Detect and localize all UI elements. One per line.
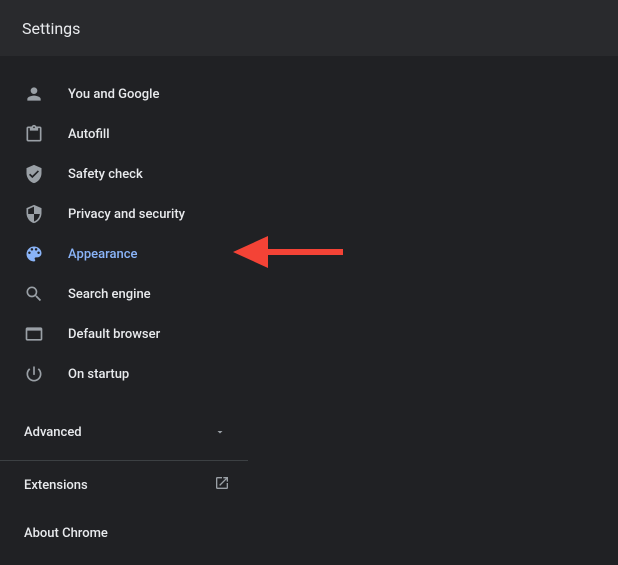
about-label: About Chrome (24, 526, 108, 541)
sidebar-item-appearance[interactable]: Appearance (0, 234, 248, 274)
sidebar-item-safety-check[interactable]: Safety check (0, 154, 248, 194)
person-icon (24, 84, 44, 104)
page-title: Settings (22, 19, 80, 38)
palette-icon (24, 244, 44, 264)
power-icon (24, 364, 44, 384)
browser-icon (24, 324, 44, 344)
sidebar-item-label: Safety check (68, 167, 143, 182)
sidebar-item-label: Default browser (68, 327, 160, 342)
sidebar-item-about-chrome[interactable]: About Chrome (0, 509, 248, 557)
shield-icon (24, 204, 44, 224)
sidebar-item-default-browser[interactable]: Default browser (0, 314, 248, 354)
search-icon (24, 284, 44, 304)
sidebar-item-autofill[interactable]: Autofill (0, 114, 248, 154)
sidebar-item-label: Appearance (68, 247, 137, 262)
sidebar-item-label: Privacy and security (68, 207, 185, 222)
chevron-down-icon (210, 422, 230, 442)
sidebar-item-label: You and Google (68, 87, 159, 102)
sidebar-item-label: Autofill (68, 127, 110, 142)
sidebar: You and Google Autofill Safety check Pri… (0, 56, 248, 557)
advanced-toggle[interactable]: Advanced (0, 404, 248, 460)
advanced-label: Advanced (24, 425, 82, 440)
sidebar-item-label: On startup (68, 367, 129, 382)
clipboard-icon (24, 124, 44, 144)
sidebar-item-you-and-google[interactable]: You and Google (0, 74, 248, 114)
extensions-label: Extensions (24, 478, 88, 493)
sidebar-item-on-startup[interactable]: On startup (0, 354, 248, 394)
open-in-new-icon (214, 475, 230, 495)
sidebar-item-extensions[interactable]: Extensions (0, 461, 248, 509)
sidebar-item-search-engine[interactable]: Search engine (0, 274, 248, 314)
sidebar-item-privacy-security[interactable]: Privacy and security (0, 194, 248, 234)
sidebar-item-label: Search engine (68, 287, 151, 302)
shield-check-icon (24, 164, 44, 184)
header: Settings (0, 0, 618, 56)
